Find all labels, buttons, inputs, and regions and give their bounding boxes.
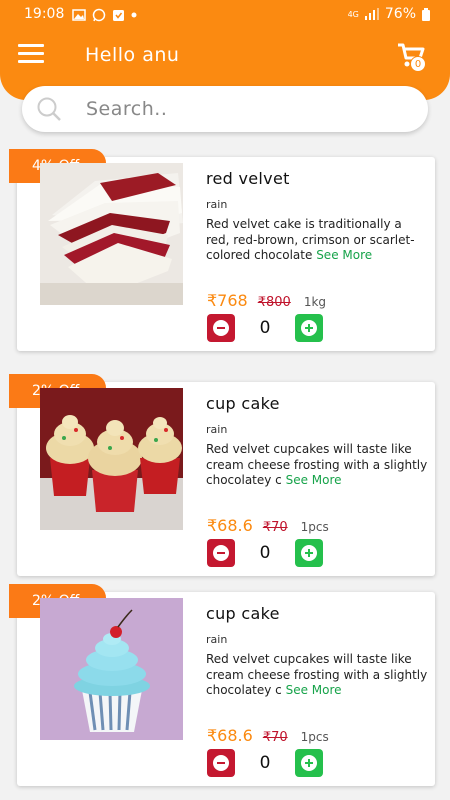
plus-icon xyxy=(301,320,317,336)
product-description: Red velvet cupcakes will taste like crea… xyxy=(206,652,428,699)
see-more-link[interactable]: See More xyxy=(316,248,372,262)
price-row: ₹68.6 ₹70 1pcs xyxy=(207,726,329,745)
quantity-stepper: 0 xyxy=(207,314,323,342)
quantity-stepper: 0 xyxy=(207,539,323,567)
quantity-value: 0 xyxy=(259,753,271,773)
product-title[interactable]: cup cake xyxy=(206,604,280,623)
see-more-link[interactable]: See More xyxy=(286,473,342,487)
product-image[interactable] xyxy=(40,598,183,740)
cart-count-badge: 0 xyxy=(410,56,426,72)
signal-icon xyxy=(364,8,379,20)
increase-quantity-button[interactable] xyxy=(295,314,323,342)
product-description: Red velvet cupcakes will taste like crea… xyxy=(206,442,428,489)
app-header: 19:08 4G 76% Hello anu 0 xyxy=(0,0,450,100)
product-card[interactable]: 2% Off xyxy=(9,374,435,576)
unit: 1pcs xyxy=(300,730,329,744)
download-icon xyxy=(113,9,124,21)
search-icon[interactable] xyxy=(36,96,62,122)
menu-icon[interactable] xyxy=(18,44,44,66)
decrease-quantity-button[interactable] xyxy=(207,749,235,777)
original-price: ₹800 xyxy=(257,295,291,310)
quantity-stepper: 0 xyxy=(207,749,323,777)
increase-quantity-button[interactable] xyxy=(295,539,323,567)
minus-icon xyxy=(213,320,229,336)
minus-icon xyxy=(213,755,229,771)
toolbar: Hello anu 0 xyxy=(0,30,450,86)
system-icons: 4G 76% xyxy=(348,6,430,22)
status-time: 19:08 xyxy=(24,6,65,22)
plus-icon xyxy=(301,755,317,771)
status-bar: 19:08 4G 76% xyxy=(0,0,450,30)
battery-percent: 76% xyxy=(384,6,416,22)
network-type: 4G xyxy=(347,9,359,19)
product-card[interactable]: 2% Off cup cake rain Red velvet cupcakes… xyxy=(9,584,435,786)
see-more-link[interactable]: See More xyxy=(286,683,342,697)
product-subtitle: rain xyxy=(206,633,228,646)
price-row: ₹768 ₹800 1kg xyxy=(207,291,326,310)
gallery-icon xyxy=(72,9,86,21)
blue-cupcake-image xyxy=(40,598,183,740)
product-subtitle: rain xyxy=(206,198,228,211)
product-image[interactable] xyxy=(40,163,183,305)
original-price: ₹70 xyxy=(262,520,288,535)
greeting-title: Hello anu xyxy=(85,44,180,66)
product-title[interactable]: red velvet xyxy=(206,169,290,188)
price: ₹68.6 xyxy=(207,516,253,535)
original-price: ₹70 xyxy=(262,730,288,745)
unit: 1pcs xyxy=(300,520,329,534)
red-velvet-cake-image xyxy=(40,163,183,305)
quantity-value: 0 xyxy=(259,318,271,338)
dot-icon xyxy=(131,12,137,18)
product-title[interactable]: cup cake xyxy=(206,394,280,413)
product-subtitle: rain xyxy=(206,423,228,436)
product-card[interactable]: 4% Off red velvet rain Red velvet cake i… xyxy=(9,149,435,351)
description-text: Red velvet cake is traditionally a red, … xyxy=(206,217,415,262)
search-input[interactable] xyxy=(86,94,406,124)
cupcakes-image xyxy=(40,388,183,530)
decrease-quantity-button[interactable] xyxy=(207,539,235,567)
product-description: Red velvet cake is traditionally a red, … xyxy=(206,217,428,264)
decrease-quantity-button[interactable] xyxy=(207,314,235,342)
quantity-value: 0 xyxy=(259,543,271,563)
increase-quantity-button[interactable] xyxy=(295,749,323,777)
whatsapp-icon xyxy=(92,8,106,22)
plus-icon xyxy=(301,545,317,561)
price: ₹68.6 xyxy=(207,726,253,745)
search-bar[interactable] xyxy=(22,86,428,132)
notification-icons xyxy=(72,8,137,22)
price: ₹768 xyxy=(207,291,248,310)
price-row: ₹68.6 ₹70 1pcs xyxy=(207,516,329,535)
minus-icon xyxy=(213,545,229,561)
cart-button[interactable]: 0 xyxy=(396,40,432,76)
battery-icon xyxy=(422,7,430,21)
product-image[interactable] xyxy=(40,388,183,530)
unit: 1kg xyxy=(303,295,327,309)
